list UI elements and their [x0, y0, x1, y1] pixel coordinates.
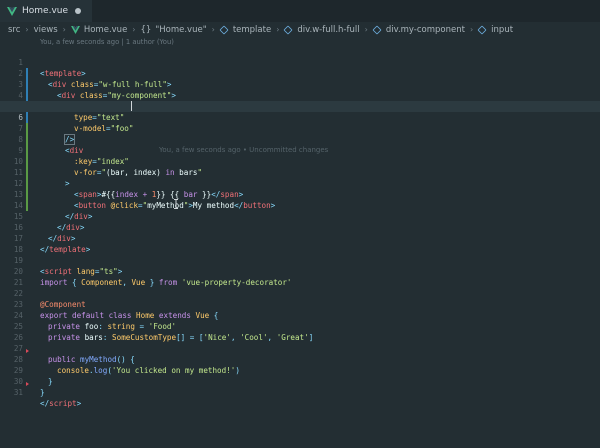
- vue-file-icon: [7, 6, 17, 16]
- breadcrumb-template[interactable]: template: [219, 24, 272, 35]
- breadcrumb-input[interactable]: input: [477, 24, 514, 35]
- code-line: 20 import { Component, Vue } from 'vue-p…: [0, 255, 600, 287]
- code-line: 1 <template>: [0, 46, 600, 78]
- vue-file-icon: [70, 25, 80, 34]
- code-line: 29 }: [0, 354, 600, 386]
- text-cursor: [131, 101, 132, 111]
- braces-icon: {}: [140, 24, 152, 35]
- code-text: }: [40, 387, 45, 398]
- code-line: 21: [0, 266, 600, 287]
- code-line: 5 type="text": [0, 90, 600, 122]
- code-line: 16 </div>: [0, 211, 600, 243]
- token: script: [49, 399, 77, 408]
- breadcrumb-template-label: template: [232, 24, 272, 35]
- code-line: 23 export default class Home extends Vue…: [0, 288, 600, 320]
- chevron-right-icon: ›: [364, 25, 368, 34]
- code-line: 26: [0, 321, 600, 342]
- code-line: 30 }: [0, 365, 600, 397]
- code-line: 13 <button @click="myMethod">My method</…: [0, 178, 600, 210]
- breadcrumb: src › views › Home.vue › {} "Home.vue" ›…: [0, 22, 600, 37]
- code-line: 22 @Component: [0, 277, 600, 309]
- element-icon: [219, 24, 229, 35]
- code-line: 25 private bars: SomeCustomType[] = ['Ni…: [0, 310, 600, 342]
- breadcrumb-file-label: Home.vue: [83, 24, 128, 35]
- code-line: 28 console.log('You clicked on my method…: [0, 343, 600, 375]
- chevron-right-icon: ›: [25, 25, 29, 34]
- token: </: [40, 399, 50, 408]
- code-line: 24 private foo: string = 'Food': [0, 299, 600, 331]
- breadcrumb-div-wfull[interactable]: div.w-full.h-full: [283, 24, 360, 35]
- code-line-current: 6 v-model="foo" You, a few seconds ago •…: [0, 101, 600, 154]
- code-line: 9 :key="index": [0, 134, 600, 166]
- tab-home-vue[interactable]: Home.vue: [0, 0, 92, 22]
- code-line: 4 <input: [0, 79, 600, 112]
- code-text: </script>: [40, 398, 81, 409]
- code-line: 12 <span>#{{index + 1}} {{ bar }}</span>: [0, 167, 600, 199]
- codelens-blame[interactable]: You, a few seconds ago | 1 author (You): [40, 38, 174, 46]
- ibeam-cursor-icon: [174, 199, 178, 209]
- tab-label: Home.vue: [22, 6, 69, 16]
- line-number: 31: [13, 388, 23, 397]
- chevron-right-icon: ›: [132, 25, 136, 34]
- code-line: 8 <div: [0, 123, 600, 155]
- breadcrumb-input-label: input: [491, 24, 514, 35]
- breadcrumb-div-component[interactable]: div.my-component: [372, 24, 465, 35]
- breadcrumb-views[interactable]: views: [34, 25, 58, 35]
- code-line: 14 </div>: [0, 189, 600, 221]
- unsaved-dot-icon[interactable]: [75, 8, 82, 14]
- token: >: [76, 399, 82, 408]
- breadcrumb-component[interactable]: {} "Home.vue": [141, 25, 207, 35]
- code-line: 27 public myMethod() {: [0, 332, 600, 364]
- element-icon: [477, 24, 487, 35]
- element-icon: [372, 24, 382, 35]
- code-line: 17 </template>: [0, 222, 600, 254]
- breadcrumb-div-wfull-label: div.w-full.h-full: [297, 24, 360, 35]
- code-line: 15 </div>: [0, 200, 600, 232]
- code-line: 7 />: [0, 112, 600, 145]
- code-line: 31 </script>: [0, 376, 600, 408]
- code-line: 3 <div class="my-component">: [0, 68, 600, 100]
- code-line: 18: [0, 233, 600, 254]
- code-editor[interactable]: 1 <template> 2 <div class="w-full h-full…: [0, 46, 600, 448]
- code-line: 2 <div class="w-full h-full">: [0, 57, 600, 89]
- breadcrumb-file[interactable]: Home.vue: [70, 24, 128, 35]
- code-line: 10 v-for="(bar, index) in bars": [0, 145, 600, 177]
- element-icon: [283, 24, 293, 35]
- chevron-right-icon: ›: [62, 25, 66, 34]
- chevron-right-icon: ›: [211, 25, 215, 34]
- code-line: 19 <script lang="ts">: [0, 244, 600, 276]
- breadcrumb-src[interactable]: src: [8, 25, 20, 35]
- token: }: [40, 388, 45, 397]
- chevron-right-icon: ›: [276, 25, 280, 34]
- tab-bar: Home.vue: [0, 0, 600, 22]
- chevron-right-icon: ›: [469, 25, 474, 34]
- breadcrumb-div-component-label: div.my-component: [385, 24, 465, 35]
- code-line: 11 >: [0, 156, 600, 188]
- breadcrumb-component-label: "Home.vue": [155, 24, 207, 35]
